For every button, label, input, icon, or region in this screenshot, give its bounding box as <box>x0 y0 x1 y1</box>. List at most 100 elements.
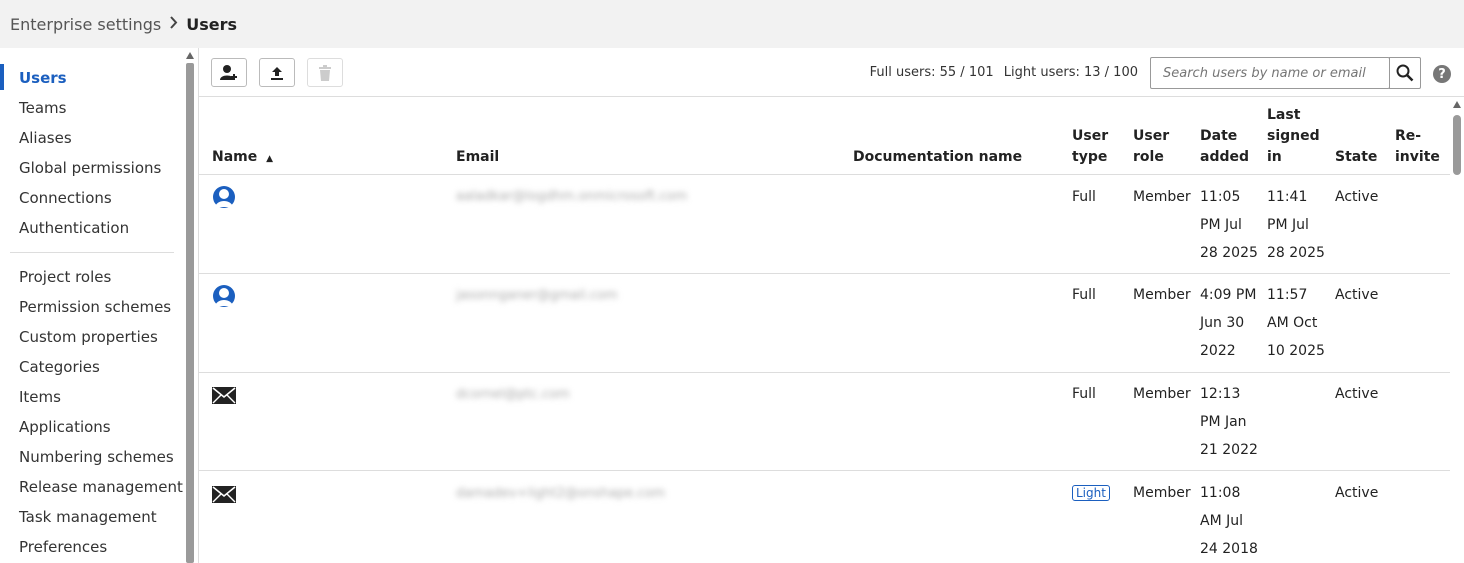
search-button[interactable] <box>1389 57 1421 89</box>
user-role-cell: Member <box>1133 189 1191 205</box>
user-role-cell: Member <box>1133 386 1191 402</box>
cell-line: 11:41 <box>1267 189 1308 205</box>
cell-line: 24 2018 <box>1200 541 1258 557</box>
state-cell: Active <box>1335 485 1379 501</box>
email-cell: aaladkar@logdhm.onmicrosoft.com <box>456 189 688 204</box>
light-users-count: Light users: 13 / 100 <box>1003 65 1138 80</box>
user-avatar-icon <box>213 186 235 208</box>
table-scroll-up-icon[interactable] <box>1453 101 1461 108</box>
add-user-icon <box>220 64 237 80</box>
state-cell: Active <box>1335 287 1379 303</box>
user-avatar-icon <box>213 285 235 307</box>
last-signed-in-cell: 11:57 AM Oct 10 2025 <box>1267 281 1325 365</box>
header-line: signed <box>1267 128 1320 144</box>
cell-line: 10 2025 <box>1267 343 1325 359</box>
sidebar-scrollbar[interactable] <box>186 63 194 563</box>
column-header-state[interactable]: State <box>1335 147 1377 168</box>
header-line: invite <box>1395 149 1440 165</box>
sidebar-item-aliases[interactable]: Aliases <box>19 129 72 147</box>
email-cell: jasonnganer@gmail.com <box>456 288 618 303</box>
header-divider <box>199 174 1450 175</box>
cell-line: 11:08 <box>1200 485 1241 501</box>
column-header-last-signed-in[interactable]: Last signed in <box>1267 105 1320 168</box>
row-divider <box>199 372 1450 373</box>
email-cell: damadev+light2@onshape.com <box>456 486 666 501</box>
light-user-badge: Light <box>1072 485 1110 501</box>
sidebar-item-applications[interactable]: Applications <box>19 418 111 436</box>
user-role-cell: Member <box>1133 287 1191 303</box>
help-icon[interactable]: ? <box>1433 65 1451 83</box>
column-header-reinvite[interactable]: Re- invite <box>1395 126 1440 168</box>
sidebar-item-authentication[interactable]: Authentication <box>19 219 129 237</box>
sidebar-item-custom-properties[interactable]: Custom properties <box>19 328 158 346</box>
cell-line: AM Jul <box>1200 513 1243 529</box>
column-header-user-type[interactable]: User type <box>1072 126 1108 168</box>
email-cell: dcornel@ptc.com <box>456 387 570 402</box>
envelope-icon <box>212 387 236 404</box>
user-type-cell: Full <box>1072 287 1096 303</box>
add-user-button[interactable] <box>211 58 247 87</box>
import-button[interactable] <box>259 58 295 87</box>
state-cell: Active <box>1335 386 1379 402</box>
envelope-icon <box>212 486 236 503</box>
cell-line: 28 2025 <box>1200 245 1258 261</box>
sidebar-item-items[interactable]: Items <box>19 388 61 406</box>
cell-line: 4:09 PM <box>1200 287 1257 303</box>
trash-icon <box>319 64 331 81</box>
cell-line: 11:05 <box>1200 189 1241 205</box>
user-counts: Full users: 55 / 101 Light users: 13 / 1… <box>864 65 1138 80</box>
row-divider <box>199 470 1450 471</box>
sidebar-item-numbering-schemes[interactable]: Numbering schemes <box>19 448 174 466</box>
cell-line: Jun 30 <box>1200 315 1245 331</box>
breadcrumb-parent[interactable]: Enterprise settings <box>10 15 161 34</box>
sidebar-item-global-permissions[interactable]: Global permissions <box>19 159 161 177</box>
sidebar: Users Teams Aliases Global permissions C… <box>0 48 199 563</box>
cell-line: AM Oct <box>1267 315 1318 331</box>
header-line: Last <box>1267 107 1301 123</box>
search-input[interactable] <box>1150 57 1390 89</box>
sidebar-scroll-up-icon[interactable] <box>186 52 194 59</box>
header-line: Date <box>1200 128 1238 144</box>
sort-ascending-icon: ▲ <box>266 154 274 164</box>
column-header-name[interactable]: Name ▲ <box>212 147 273 170</box>
sidebar-item-release-management[interactable]: Release management <box>19 478 183 496</box>
row-divider <box>199 273 1450 274</box>
date-added-cell: 11:08 AM Jul 24 2018 <box>1200 479 1258 563</box>
date-added-cell: 11:05 PM Jul 28 2025 <box>1200 183 1258 267</box>
sidebar-item-connections[interactable]: Connections <box>19 189 112 207</box>
active-indicator <box>0 64 4 90</box>
user-type-cell: Light <box>1072 479 1110 507</box>
cell-line: 2022 <box>1200 343 1236 359</box>
sidebar-item-categories[interactable]: Categories <box>19 358 100 376</box>
date-added-cell: 4:09 PM Jun 30 2022 <box>1200 281 1256 365</box>
sidebar-item-users[interactable]: Users <box>19 69 67 87</box>
header-line: User <box>1133 128 1170 144</box>
column-header-email[interactable]: Email <box>456 147 499 168</box>
column-header-user-role[interactable]: User role <box>1133 126 1169 168</box>
cell-line: 21 2022 <box>1200 442 1258 458</box>
cell-line: PM Jul <box>1200 217 1242 233</box>
breadcrumb: Enterprise settings Users <box>0 0 1464 48</box>
upload-icon <box>271 66 283 80</box>
sidebar-item-preferences[interactable]: Preferences <box>19 538 107 556</box>
users-table: Name ▲ Email Documentation name User typ… <box>199 97 1464 563</box>
sidebar-item-permission-schemes[interactable]: Permission schemes <box>19 298 171 316</box>
sidebar-item-project-roles[interactable]: Project roles <box>19 268 111 286</box>
column-header-documentation-name[interactable]: Documentation name <box>853 147 1022 168</box>
header-line: User <box>1072 128 1109 144</box>
state-cell: Active <box>1335 189 1379 205</box>
header-line: added <box>1200 149 1250 165</box>
search-icon <box>1396 64 1414 82</box>
column-header-date-added[interactable]: Date added <box>1200 126 1249 168</box>
full-users-count: Full users: 55 / 101 <box>869 65 994 80</box>
delete-button[interactable] <box>307 58 343 87</box>
toolbar: Full users: 55 / 101 Light users: 13 / 1… <box>199 48 1464 97</box>
last-signed-in-cell: 11:41 PM Jul 28 2025 <box>1267 183 1325 267</box>
sidebar-item-task-management[interactable]: Task management <box>19 508 157 526</box>
table-scrollbar[interactable] <box>1453 115 1461 175</box>
header-line: type <box>1072 149 1108 165</box>
header-line: Re- <box>1395 128 1422 144</box>
cell-line: PM Jul <box>1267 217 1309 233</box>
header-line: role <box>1133 149 1164 165</box>
sidebar-item-teams[interactable]: Teams <box>19 99 66 117</box>
